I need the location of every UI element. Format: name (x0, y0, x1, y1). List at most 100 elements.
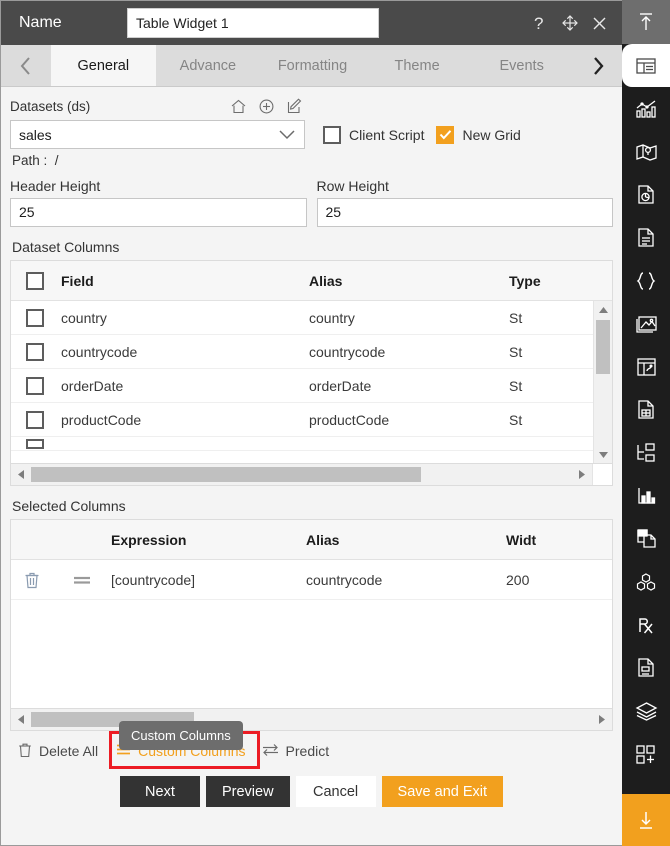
row-checkbox[interactable] (26, 308, 44, 327)
sidebar-item-spreadsheet[interactable] (622, 388, 670, 431)
header-height-input[interactable]: 25 (10, 198, 307, 227)
scroll-left-icon[interactable] (11, 714, 31, 725)
chart-icon (635, 99, 658, 119)
path-label: Path : (12, 153, 48, 168)
sidebar-item-tree-folder[interactable] (622, 431, 670, 474)
dialog-buttons: Next Preview Cancel Save and Exit (10, 776, 613, 819)
edit-icon[interactable] (286, 97, 303, 115)
tab-events[interactable]: Events (469, 45, 574, 86)
scroll-left-icon[interactable] (11, 469, 31, 480)
add-component-icon (635, 744, 657, 764)
select-all-checkbox[interactable] (26, 271, 44, 290)
dataset-columns-vscrollbar[interactable] (593, 301, 612, 463)
row-checkbox-cell[interactable] (11, 376, 59, 395)
vscroll-track[interactable] (594, 318, 612, 446)
chevron-right-icon[interactable] (574, 45, 622, 86)
dataset-select[interactable]: sales (10, 120, 305, 149)
drag-handle-icon[interactable] (53, 574, 111, 586)
sidebar-item-bar-chart[interactable] (622, 474, 670, 517)
datasets-icon-group (230, 97, 303, 115)
hscroll-corner (592, 464, 612, 485)
table-row[interactable]: [countrycode] countrycode 200 (11, 560, 612, 600)
row-checkbox[interactable] (26, 342, 44, 361)
tab-theme[interactable]: Theme (364, 45, 470, 86)
sidebar-item-table-widget[interactable] (622, 44, 670, 87)
client-script-checkbox[interactable] (323, 125, 341, 144)
selected-columns-grid: Expression Alias Widt [countrycode] coun… (10, 519, 613, 709)
cell-field: orderDate (61, 377, 124, 394)
sidebar-item-braces[interactable] (622, 259, 670, 302)
header-width: Widt (506, 531, 537, 548)
bar-chart-icon (636, 486, 657, 506)
row-checkbox[interactable] (26, 410, 44, 429)
new-grid-checkbox-group[interactable]: New Grid (436, 125, 521, 144)
chevron-left-icon[interactable] (1, 45, 51, 86)
predict-button[interactable]: Predict (256, 738, 336, 765)
row-height-input[interactable]: 25 (316, 198, 613, 227)
scroll-right-icon[interactable] (592, 714, 612, 725)
sidebar-item-layers[interactable] (622, 689, 670, 732)
save-and-exit-button[interactable]: Save and Exit (381, 776, 504, 807)
preview-button[interactable]: Preview (205, 776, 290, 807)
sidebar-item-map[interactable] (622, 130, 670, 173)
plus-circle-icon[interactable] (258, 98, 275, 115)
table-row[interactable]: productCode productCode St (11, 403, 612, 437)
table-row[interactable]: orderDate orderDate St (11, 369, 612, 403)
row-checkbox[interactable] (26, 438, 44, 449)
table-row[interactable]: countrycode countrycode St (11, 335, 612, 369)
dataset-columns-hscrollbar[interactable] (10, 464, 613, 486)
table-row[interactable]: country country St (11, 301, 612, 335)
home-icon[interactable] (230, 98, 247, 115)
row-checkbox-cell[interactable] (11, 438, 59, 449)
scroll-up-icon[interactable] (598, 301, 609, 318)
tab-advance[interactable]: Advance (155, 45, 261, 86)
tab-general[interactable]: General (51, 45, 156, 86)
sidebar-item-download[interactable] (622, 794, 670, 846)
hscroll-track[interactable] (31, 464, 572, 485)
swap-arrows-icon (262, 743, 279, 760)
cell-field: country (61, 309, 107, 326)
scroll-right-icon[interactable] (572, 469, 592, 480)
sidebar-item-prescription[interactable] (622, 603, 670, 646)
sidebar-item-chart[interactable] (622, 87, 670, 130)
sidebar-item-script-document[interactable] (622, 646, 670, 689)
hscroll-track[interactable] (31, 709, 592, 730)
client-script-checkbox-group[interactable]: Client Script (323, 125, 432, 144)
row-checkbox[interactable] (26, 376, 44, 395)
vscroll-thumb[interactable] (596, 320, 610, 374)
sidebar-item-cubes[interactable] (622, 560, 670, 603)
sidebar-item-add-component[interactable] (622, 732, 670, 775)
delete-all-button[interactable]: Delete All (12, 737, 104, 766)
tab-formatting[interactable]: Formatting (260, 45, 365, 86)
sidebar-item-dashboard[interactable] (622, 345, 670, 388)
row-checkbox-cell[interactable] (11, 308, 59, 327)
move-arrows-icon[interactable] (561, 14, 579, 32)
sidebar-item-document[interactable] (622, 216, 670, 259)
sidebar-item-pie-report[interactable] (622, 173, 670, 216)
row-checkbox-cell[interactable] (11, 410, 59, 429)
scroll-down-icon[interactable] (598, 446, 609, 463)
sidebar-item-image[interactable] (622, 302, 670, 345)
predict-label: Predict (285, 743, 330, 759)
select-all-checkbox-cell[interactable] (11, 271, 59, 290)
collapse-up-icon[interactable] (622, 0, 670, 44)
hscroll-thumb[interactable] (31, 467, 421, 482)
cell-field: countrycode (61, 343, 138, 360)
row-checkbox-cell[interactable] (11, 342, 59, 361)
close-icon[interactable] (591, 15, 608, 32)
sidebar-item-copy-page[interactable] (622, 517, 670, 560)
braces-icon (635, 271, 657, 291)
cancel-button[interactable]: Cancel (295, 776, 376, 807)
question-mark-icon[interactable]: ? (532, 14, 549, 33)
datasets-label: Datasets (ds) (10, 98, 91, 114)
widget-name-input[interactable]: Table Widget 1 (127, 8, 379, 38)
editor-body: Datasets (ds) sales Client Script New Gr… (1, 87, 622, 845)
action-links: Delete All Custom Columns Predict (10, 731, 613, 769)
trash-icon[interactable] (11, 571, 53, 589)
table-row-partial[interactable] (11, 437, 612, 451)
tree-folder-icon (635, 442, 657, 463)
header-expression: Expression (111, 531, 187, 548)
selected-columns-hscrollbar[interactable] (10, 709, 613, 731)
next-button[interactable]: Next (119, 776, 200, 807)
new-grid-checkbox[interactable] (436, 125, 455, 144)
